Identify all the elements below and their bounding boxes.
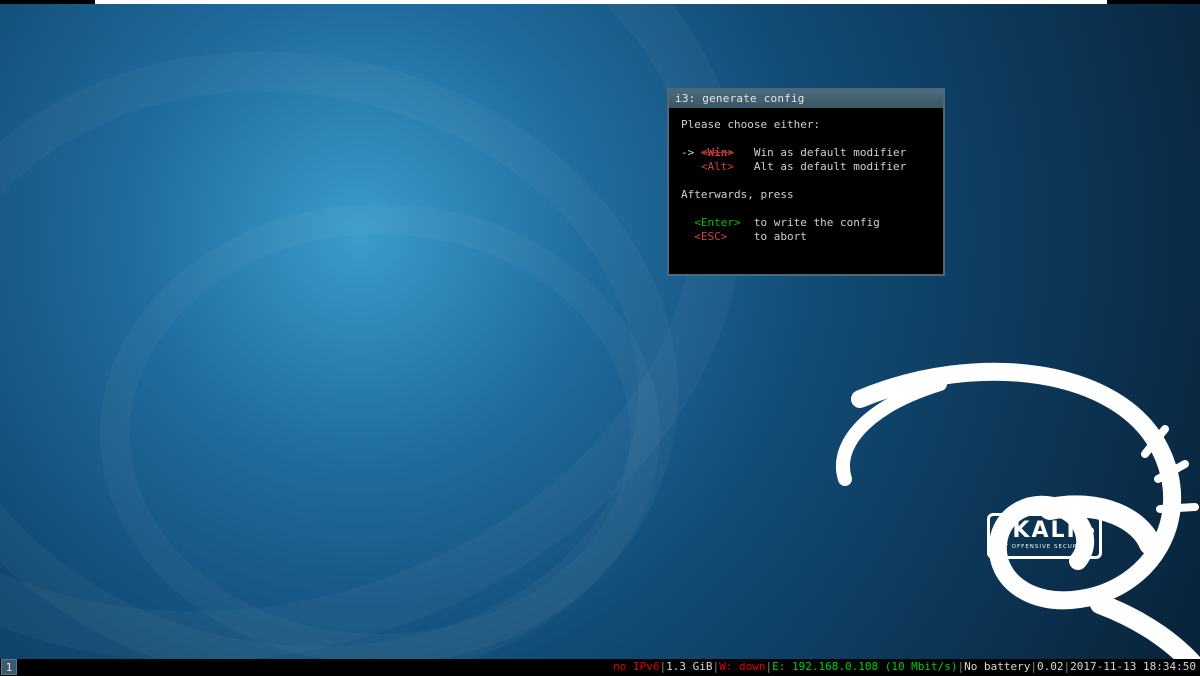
status-load: 0.02: [1037, 660, 1064, 673]
status-memory: 1.3 GiB: [666, 660, 712, 673]
option-arrow: ->: [681, 146, 694, 159]
action-esc-key[interactable]: <ESC>: [694, 230, 727, 243]
dialog-body: Please choose either: -> <Win> Win as de…: [669, 108, 943, 274]
status-right: no IPv6|1.3 GiB|W: down|E: 192.168.0.108…: [613, 659, 1200, 675]
status-ipv6: no IPv6: [613, 660, 659, 673]
status-datetime: 2017-11-13 18:34:50: [1070, 660, 1196, 673]
dialog-prompt: Please choose either:: [681, 118, 820, 131]
action-esc-desc: to abort: [754, 230, 807, 243]
dialog-titlebar[interactable]: i3: generate config: [669, 90, 943, 108]
status-battery: No battery: [964, 660, 1030, 673]
kali-badge: KALI BY OFFENSIVE SECURITY: [987, 513, 1102, 559]
dialog-afterwards: Afterwards, press: [681, 188, 794, 201]
kali-brand-text: KALI: [1000, 520, 1089, 542]
kali-dragon-logo: [800, 359, 1200, 659]
action-enter-key[interactable]: <Enter>: [694, 216, 740, 229]
kali-tagline: BY OFFENSIVE SECURITY: [1000, 544, 1089, 550]
option-arrow: [681, 160, 694, 173]
status-wifi: W: down: [719, 660, 765, 673]
i3-config-dialog[interactable]: i3: generate config Please choose either…: [667, 88, 945, 276]
option-alt-desc: Alt as default modifier: [754, 160, 906, 173]
action-enter-desc: to write the config: [754, 216, 880, 229]
option-win-desc: Win as default modifier: [754, 146, 906, 159]
desktop-wallpaper: KALI BY OFFENSIVE SECURITY i3: generate …: [0, 4, 1200, 659]
status-ethernet: E: 192.168.0.108 (10 Mbit/s): [772, 660, 957, 673]
workspace-button-1[interactable]: 1: [1, 659, 17, 675]
i3-status-bar[interactable]: 1 no IPv6|1.3 GiB|W: down|E: 192.168.0.1…: [0, 659, 1200, 675]
option-win-key[interactable]: <Win>: [701, 146, 734, 159]
option-alt-key[interactable]: <Alt>: [701, 160, 734, 173]
